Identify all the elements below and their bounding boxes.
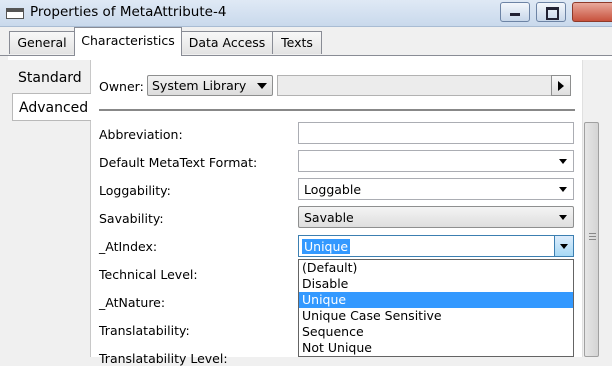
vertical-scrollbar[interactable] [582,60,600,357]
chevron-down-icon [559,159,567,164]
close-button[interactable] [572,2,612,22]
chevron-down-icon [559,215,567,220]
owner-label: Owner: [99,79,144,94]
maximize-button[interactable] [536,2,566,22]
savability-label: Savability: [99,211,164,226]
atindex-option-default[interactable]: (Default) [299,260,573,276]
minimize-button[interactable] [500,2,530,22]
atindex-option-sequence[interactable]: Sequence [299,324,573,340]
savability-select[interactable]: Savable [298,206,574,228]
section-separator [99,109,575,111]
loggability-label: Loggability: [99,183,171,198]
grip-line [589,233,596,234]
side-tabs: Standard Advanced [8,60,92,357]
maximize-icon [546,7,559,20]
atindex-value: Unique [302,239,351,254]
atnature-label: _AtNature: [99,295,166,310]
atindex-select[interactable]: Unique [298,235,574,257]
tab-characteristics[interactable]: Characteristics [74,27,182,56]
atindex-label: _AtIndex: [99,239,158,254]
owner-next-button[interactable] [551,75,571,96]
play-icon [558,81,564,91]
atindex-dropdown-button[interactable] [554,236,573,256]
abbreviation-label: Abbreviation: [99,127,183,142]
atindex-option-unique-case-sensitive[interactable]: Unique Case Sensitive [299,308,573,324]
tab-data-access[interactable]: Data Access [181,31,273,54]
window-right-edge [599,60,612,357]
default-metatext-format-select[interactable] [298,150,574,172]
window-icon [6,8,24,19]
atindex-option-disable[interactable]: Disable [299,276,573,292]
minimize-icon [510,13,520,16]
chevron-down-icon [559,187,567,192]
side-tab-standard[interactable]: Standard [12,64,92,92]
chevron-down-icon [257,83,267,89]
abbreviation-field[interactable] [298,122,574,144]
scrollbar-thumb[interactable] [584,122,599,357]
technical-level-label: Technical Level: [99,267,198,282]
owner-scroll-track[interactable] [277,75,557,96]
translatability-label: Translatability: [99,323,190,338]
grip-line [589,239,596,240]
default-metatext-format-label: Default MetaText Format: [99,155,258,170]
owner-select[interactable]: System Library [147,75,273,96]
atindex-option-unique[interactable]: Unique [299,292,573,308]
owner-value: System Library [152,78,247,93]
translatability-level-label: Translatability Level: [99,351,228,366]
tab-general[interactable]: General [9,31,75,54]
chevron-down-icon [560,244,568,249]
loggability-value: Loggable [304,182,362,197]
tab-texts[interactable]: Texts [272,31,322,54]
loggability-select[interactable]: Loggable [298,178,574,200]
properties-content: Owner: System Library Abbreviation: Defa… [91,60,581,366]
window-title: Properties of MetaAttribute-4 [30,4,227,20]
grip-line [589,236,596,237]
atindex-dropdown-list: (Default) Disable Unique Unique Case Sen… [298,259,574,357]
savability-value: Savable [304,210,354,225]
atindex-option-not-unique[interactable]: Not Unique [299,340,573,356]
title-bar: Properties of MetaAttribute-4 [0,0,612,27]
tab-strip: General Characteristics Data Access Text… [0,26,612,56]
side-tab-advanced[interactable]: Advanced [12,93,92,121]
